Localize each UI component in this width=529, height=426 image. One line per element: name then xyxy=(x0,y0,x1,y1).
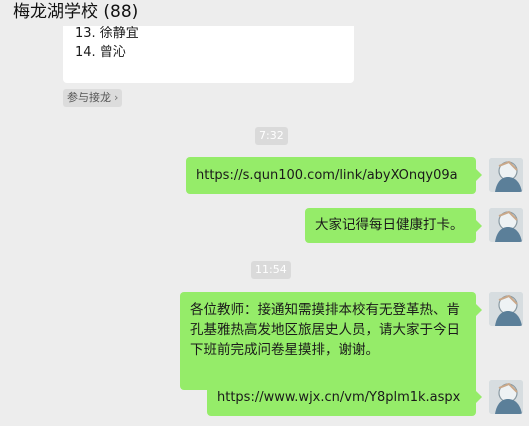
jielong-card[interactable]: 13. 徐静宜 14. 曾沁 xyxy=(63,26,354,83)
message-bubble[interactable]: 大家记得每日健康打卡。 xyxy=(305,208,482,243)
chat-header: 梅龙湖学校 (88) xyxy=(0,0,529,26)
message-bubble[interactable]: 各位教师：接通知需摸排本校有无登革热、肯孔基雅热高发地区旅居史人员，请大家于今日… xyxy=(180,292,482,390)
chat-title[interactable]: 梅龙湖学校 (88) xyxy=(13,1,138,23)
message-bubble[interactable]: https://s.qun100.com/link/abyXOnqy09a xyxy=(186,157,482,194)
user-avatar-icon[interactable] xyxy=(489,158,523,192)
jielong-entry: 13. 徐静宜 xyxy=(75,26,139,41)
chevron-right-icon: › xyxy=(114,91,119,104)
timestamp: 11:54 xyxy=(251,261,291,279)
message-text: 大家记得每日健康打卡。 xyxy=(315,217,464,233)
join-jielong-link[interactable]: 参与接龙 › xyxy=(63,89,123,107)
message-list[interactable]: 13. 徐静宜 14. 曾沁 参与接龙 › 7:32 https://s.qun1… xyxy=(0,26,529,426)
message-bubble[interactable]: https://www.wjx.cn/vm/Y8plm1k.aspx xyxy=(207,379,482,416)
timestamp: 7:32 xyxy=(255,127,288,145)
message-link[interactable]: https://s.qun100.com/link/abyXOnqy09a xyxy=(196,157,466,194)
message-link[interactable]: https://www.wjx.cn/vm/Y8plm1k.aspx xyxy=(217,379,466,416)
message-text: 各位教师：接通知需摸排本校有无登革热、肯孔基雅热高发地区旅居史人员，请大家于今日… xyxy=(190,302,460,358)
user-avatar-icon[interactable] xyxy=(489,380,523,414)
join-jielong-label: 参与接龙 xyxy=(67,91,111,104)
user-avatar-icon[interactable] xyxy=(489,292,523,326)
user-avatar-icon[interactable] xyxy=(489,208,523,242)
jielong-entry: 14. 曾沁 xyxy=(75,45,126,60)
